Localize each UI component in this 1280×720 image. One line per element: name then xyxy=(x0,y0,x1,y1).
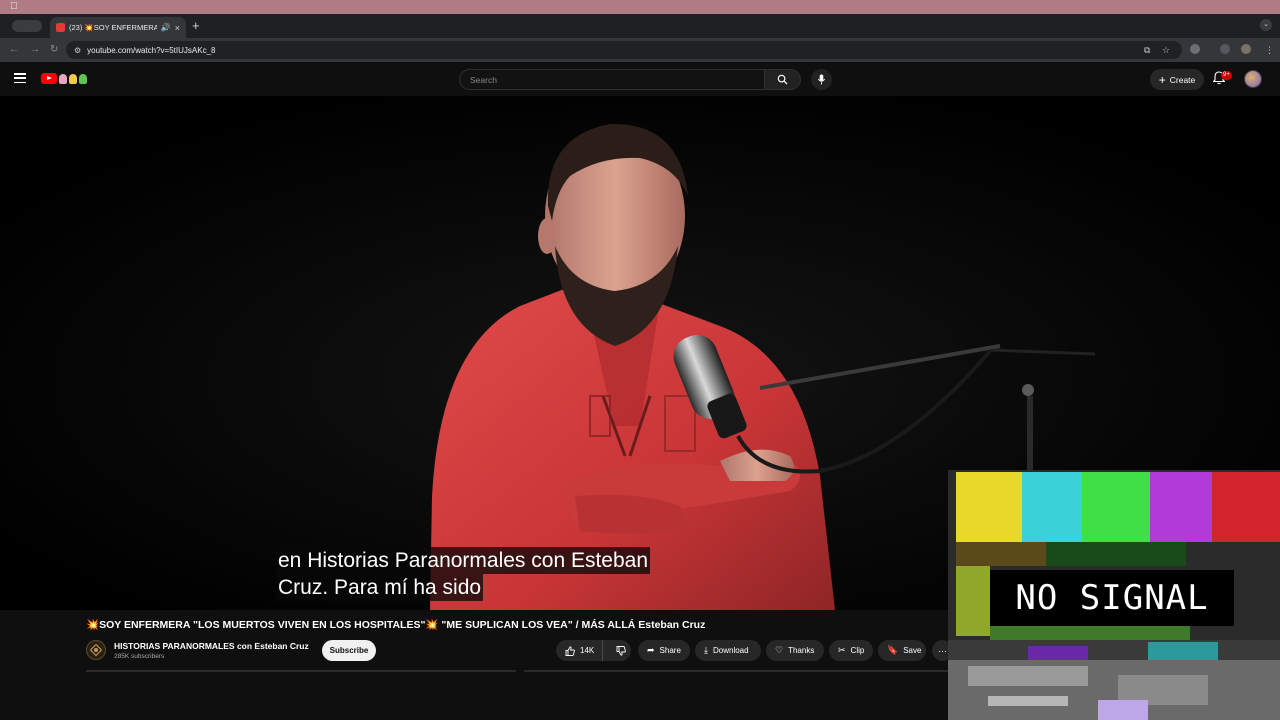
dislike-button[interactable] xyxy=(608,640,627,661)
scissors-icon: ✂ xyxy=(838,645,846,655)
doodle-figure-icon xyxy=(59,73,67,84)
more-horizontal-icon: ··· xyxy=(938,645,947,656)
subscriber-count: 285K subscribers xyxy=(114,653,165,660)
heart-dollar-icon: ♡ xyxy=(775,645,784,655)
hamburger-menu-icon[interactable] xyxy=(14,73,26,83)
download-icon: ⤓ xyxy=(704,645,708,655)
clip-button[interactable]: ✂ Clip xyxy=(829,640,873,661)
download-button[interactable]: ⤓ Download xyxy=(695,640,761,661)
channel-avatar[interactable] xyxy=(86,640,106,660)
like-button[interactable]: 14K xyxy=(556,640,604,661)
profile-icon[interactable] xyxy=(1241,44,1251,54)
youtube-masthead: + Create 9+ xyxy=(0,62,1280,96)
forward-arrow-icon[interactable]: → xyxy=(30,43,40,57)
caption-line: en Historias Paranormales con Esteban xyxy=(276,547,651,574)
notification-badge: 9+ xyxy=(1221,71,1232,80)
site-settings-icon[interactable]: ⚙ xyxy=(74,46,81,55)
share-button[interactable]: ➦ Share xyxy=(638,640,690,661)
bookmark-icon: 🔖 xyxy=(887,645,899,655)
browser-tab-active[interactable]: (23) 💥SOY ENFERMERA 🔊 × xyxy=(50,17,186,38)
like-dislike-group: 14K xyxy=(556,640,631,661)
account-avatar[interactable] xyxy=(1244,70,1262,88)
download-label: Download xyxy=(712,646,749,655)
voice-search-button[interactable] xyxy=(811,69,832,90)
youtube-favicon-icon xyxy=(56,23,65,32)
tab-group-pill[interactable] xyxy=(12,20,42,32)
browser-toolbar: ← → ↻ ⚙ youtube.com/watch?v=5tIUJsAKc_8 … xyxy=(0,38,1280,62)
install-app-icon[interactable]: ⧉ xyxy=(1144,43,1150,57)
channel-logo-icon xyxy=(90,644,102,656)
description-divider xyxy=(86,670,516,672)
tab-title: (23) 💥SOY ENFERMERA xyxy=(69,23,157,32)
save-label: Save xyxy=(903,646,922,655)
address-bar[interactable]: ⚙ youtube.com/watch?v=5tIUJsAKc_8 xyxy=(66,41,1182,59)
save-button[interactable]: 🔖 Save xyxy=(878,640,926,661)
youtube-play-icon xyxy=(41,73,57,84)
search-box xyxy=(459,69,765,90)
tab-search-chevron-icon[interactable]: ⌄ xyxy=(1260,19,1272,31)
extension-icon-2[interactable] xyxy=(1220,44,1230,54)
video-caption: en Historias Paranormales con Esteban Cr… xyxy=(276,547,651,601)
url-text: youtube.com/watch?v=5tIUJsAKc_8 xyxy=(87,45,216,55)
reload-icon[interactable]: ↻ xyxy=(50,43,58,57)
speaker-icon[interactable]: 🔊 xyxy=(161,23,171,32)
subscribe-button[interactable]: Subscribe xyxy=(322,640,376,661)
kebab-menu-icon[interactable]: ⋮ xyxy=(1265,43,1274,57)
doodle-figure-icon xyxy=(79,73,87,84)
thumbs-up-icon xyxy=(565,645,575,656)
search-button[interactable] xyxy=(765,69,801,90)
thanks-label: Thanks xyxy=(788,646,815,655)
share-label: Share xyxy=(659,646,681,655)
magnifier-icon xyxy=(777,74,788,85)
new-tab-plus-icon[interactable]: + xyxy=(192,18,200,34)
back-arrow-icon[interactable]: ← xyxy=(9,43,19,57)
channel-name[interactable]: HISTORIAS PARANORMALES con Esteban Cruz xyxy=(114,641,309,651)
thanks-button[interactable]: ♡ Thanks xyxy=(766,640,824,661)
create-button[interactable]: + Create xyxy=(1150,69,1204,90)
description-divider xyxy=(524,670,948,672)
youtube-logo[interactable] xyxy=(41,73,87,84)
close-icon[interactable]: × xyxy=(175,23,180,33)
no-signal-label: NO SIGNAL xyxy=(990,570,1234,626)
macos-menubar:  xyxy=(0,0,1280,14)
extension-icon[interactable] xyxy=(1190,44,1200,54)
search-input[interactable] xyxy=(470,74,764,85)
clip-label: Clip xyxy=(850,646,865,655)
browser-tab-strip: (23) 💥SOY ENFERMERA 🔊 × + ⌄ xyxy=(0,14,1280,38)
video-title: 💥SOY ENFERMERA "LOS MUERTOS VIVEN EN LOS… xyxy=(86,619,706,631)
share-arrow-icon: ➦ xyxy=(647,645,655,655)
caption-line: Cruz. Para mí ha sido xyxy=(276,574,484,601)
bookmark-star-icon[interactable]: ☆ xyxy=(1162,43,1170,57)
microphone-icon xyxy=(817,74,826,85)
plus-icon: + xyxy=(1158,72,1166,87)
doodle-figure-icon xyxy=(69,73,77,84)
create-label: Create xyxy=(1169,74,1196,85)
thumbs-down-icon xyxy=(616,645,627,656)
like-count: 14K xyxy=(580,646,595,655)
apple-icon[interactable]:  xyxy=(10,1,18,13)
